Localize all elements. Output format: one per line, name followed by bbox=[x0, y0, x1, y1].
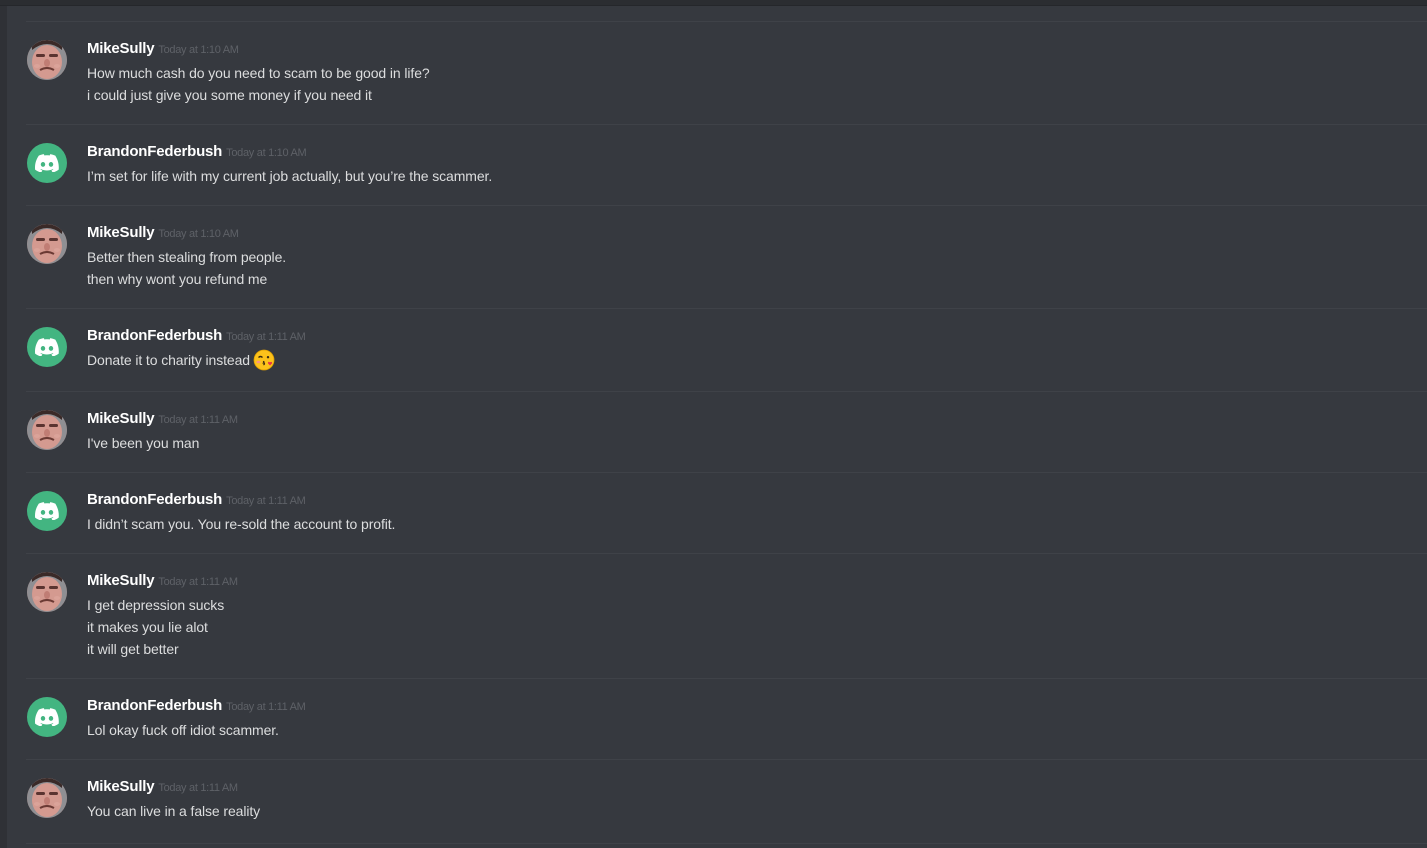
discord-default-avatar[interactable] bbox=[27, 143, 67, 183]
message-text: it makes you lie alot bbox=[87, 619, 208, 635]
user-photo-icon bbox=[27, 410, 67, 450]
user-photo-icon bbox=[27, 778, 67, 818]
message-header: MikeSully Today at 1:11 AM bbox=[87, 572, 238, 590]
username[interactable]: MikeSully bbox=[87, 224, 155, 241]
message-timestamp: Today at 1:11 AM bbox=[158, 782, 238, 794]
username[interactable]: BrandonFederbush bbox=[87, 491, 222, 508]
message-text: Lol okay fuck off idiot scammer. bbox=[87, 722, 279, 738]
message-content: You can live in a false reality bbox=[87, 800, 260, 822]
message-divider bbox=[26, 759, 1427, 760]
discord-logo-icon bbox=[35, 338, 59, 356]
message-line: I've been you man bbox=[87, 432, 199, 454]
user-photo-icon bbox=[27, 224, 67, 264]
message-content: I’m set for life with my current job act… bbox=[87, 165, 492, 187]
mikesully-avatar[interactable] bbox=[27, 40, 67, 80]
message-divider bbox=[26, 391, 1427, 392]
message-header: MikeSully Today at 1:10 AM bbox=[87, 224, 239, 242]
message-text: I didn’t scam you. You re-sold the accou… bbox=[87, 516, 396, 532]
message-header: BrandonFederbush Today at 1:11 AM bbox=[87, 491, 306, 509]
message-divider bbox=[26, 472, 1427, 473]
discord-logo-icon bbox=[35, 154, 59, 172]
mikesully-avatar[interactable] bbox=[27, 410, 67, 450]
message-header: BrandonFederbush Today at 1:10 AM bbox=[87, 143, 307, 161]
message-content: Better then stealing from people. then wh… bbox=[87, 246, 286, 290]
message-line: I get depression sucks bbox=[87, 594, 224, 616]
username[interactable]: BrandonFederbush bbox=[87, 143, 222, 160]
username[interactable]: MikeSully bbox=[87, 410, 155, 427]
message-header: BrandonFederbush Today at 1:11 AM bbox=[87, 697, 306, 715]
message-timestamp: Today at 1:10 AM bbox=[158, 44, 239, 56]
channel-sidebar-edge bbox=[0, 0, 7, 848]
message-text: I get depression sucks bbox=[87, 597, 225, 613]
message-text: I've been you man bbox=[87, 435, 200, 451]
message-timestamp: Today at 1:11 AM bbox=[158, 414, 238, 426]
message-text: it will get better bbox=[87, 641, 179, 657]
mikesully-avatar[interactable] bbox=[27, 224, 67, 264]
message-timestamp: Today at 1:11 AM bbox=[226, 495, 306, 507]
message-divider bbox=[26, 205, 1427, 206]
message-text: Donate it to charity instead bbox=[87, 352, 250, 368]
message-content: I've been you man bbox=[87, 432, 199, 454]
message-timestamp: Today at 1:11 AM bbox=[158, 576, 238, 588]
message-header: MikeSully Today at 1:11 AM bbox=[87, 778, 238, 796]
username[interactable]: BrandonFederbush bbox=[87, 697, 222, 714]
message-timestamp: Today at 1:10 AM bbox=[226, 147, 307, 159]
message-timestamp: Today at 1:11 AM bbox=[226, 331, 306, 343]
message-line: it makes you lie alot bbox=[87, 616, 224, 638]
message-header: BrandonFederbush Today at 1:11 AM bbox=[87, 327, 306, 345]
username[interactable]: MikeSully bbox=[87, 778, 155, 795]
username[interactable]: MikeSully bbox=[87, 572, 155, 589]
message-line: I didn’t scam you. You re-sold the accou… bbox=[87, 513, 395, 535]
message-line: Lol okay fuck off idiot scammer. bbox=[87, 719, 279, 741]
message-divider bbox=[26, 843, 1427, 844]
message-line: You can live in a false reality bbox=[87, 800, 260, 822]
message-line: I’m set for life with my current job act… bbox=[87, 165, 492, 187]
message-content: I get depression sucks it makes you lie a… bbox=[87, 594, 224, 660]
message-content: How much cash do you need to scam to be … bbox=[87, 62, 430, 106]
message-divider bbox=[26, 678, 1427, 679]
message-line: then why wont you refund me bbox=[87, 268, 286, 290]
mikesully-avatar[interactable] bbox=[27, 778, 67, 818]
message-line: it will get better bbox=[87, 638, 224, 660]
message-content: Donate it to charity instead bbox=[87, 349, 275, 371]
message-timestamp: Today at 1:10 AM bbox=[158, 228, 239, 240]
message-header: MikeSully Today at 1:10 AM bbox=[87, 40, 239, 58]
message-text: Better then stealing from people. bbox=[87, 249, 287, 265]
message-line: How much cash do you need to scam to be … bbox=[87, 62, 430, 84]
message-text: You can live in a false reality bbox=[87, 803, 261, 819]
message-text: then why wont you refund me bbox=[87, 271, 268, 287]
chat-top-bar bbox=[0, 0, 1427, 6]
message-text: I’m set for life with my current job act… bbox=[87, 168, 493, 184]
chat-window: MikeSully Today at 1:10 AM How much cash d… bbox=[0, 0, 1427, 848]
user-photo-icon bbox=[27, 40, 67, 80]
username[interactable]: MikeSully bbox=[87, 40, 155, 57]
message-divider bbox=[26, 308, 1427, 309]
discord-logo-icon bbox=[35, 708, 59, 726]
discord-default-avatar[interactable] bbox=[27, 491, 67, 531]
message-text: i could just give you some money if you … bbox=[87, 87, 372, 103]
message-content: Lol okay fuck off idiot scammer. bbox=[87, 719, 279, 741]
discord-default-avatar[interactable] bbox=[27, 697, 67, 737]
username[interactable]: BrandonFederbush bbox=[87, 327, 222, 344]
message-divider bbox=[26, 553, 1427, 554]
message-timestamp: Today at 1:11 AM bbox=[226, 701, 306, 713]
discord-default-avatar[interactable] bbox=[27, 327, 67, 367]
user-photo-icon bbox=[27, 572, 67, 612]
message-text: How much cash do you need to scam to be … bbox=[87, 65, 430, 81]
message-divider bbox=[26, 21, 1427, 22]
message-divider bbox=[26, 124, 1427, 125]
message-header: MikeSully Today at 1:11 AM bbox=[87, 410, 238, 428]
face-blowing-a-kiss-emoji bbox=[253, 349, 275, 371]
mikesully-avatar[interactable] bbox=[27, 572, 67, 612]
discord-logo-icon bbox=[35, 502, 59, 520]
message-line: Better then stealing from people. bbox=[87, 246, 286, 268]
message-line: i could just give you some money if you … bbox=[87, 84, 430, 106]
message-line: Donate it to charity instead bbox=[87, 349, 275, 371]
message-content: I didn’t scam you. You re-sold the accou… bbox=[87, 513, 395, 535]
